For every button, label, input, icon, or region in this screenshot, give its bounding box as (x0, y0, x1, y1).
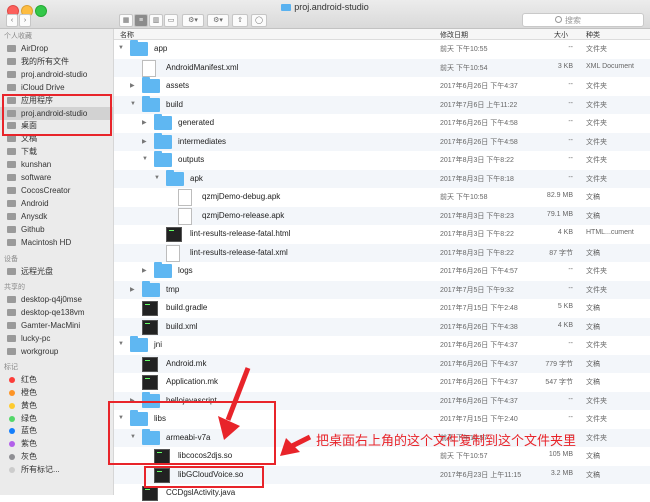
arrow-line-left (290, 434, 312, 449)
arrow-head-left (280, 438, 300, 456)
arrow-line-down (225, 367, 251, 421)
annotation-text: 把桌面右上角的这个文件复制到这个文件夹里 (316, 434, 577, 449)
annotation-arrows (218, 367, 312, 456)
